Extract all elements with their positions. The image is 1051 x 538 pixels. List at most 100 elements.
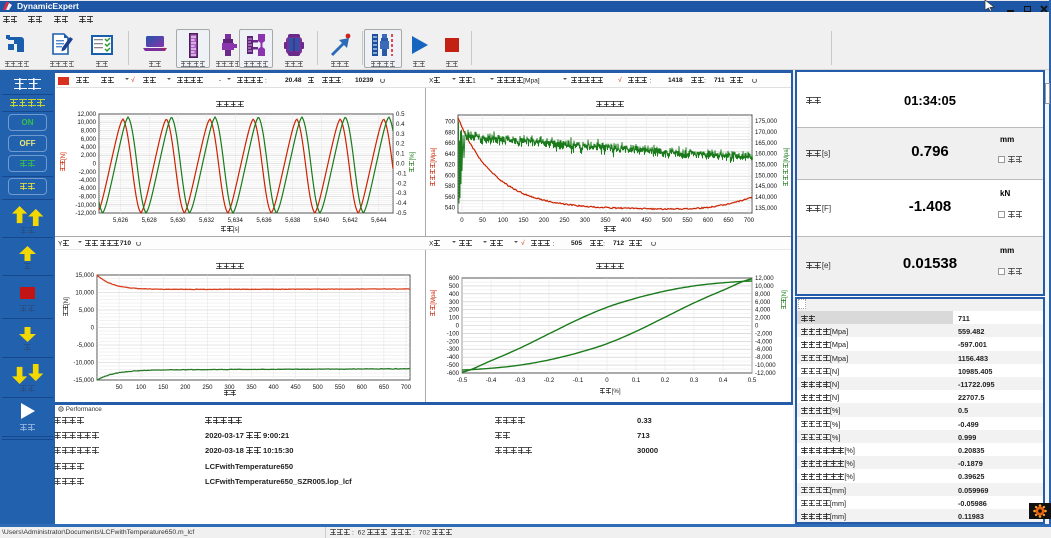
svg-text:600: 600 <box>357 384 368 391</box>
svg-text:135,000: 135,000 <box>755 205 778 212</box>
svg-text:-12,000: -12,000 <box>755 370 776 377</box>
svg-text:-5,000: -5,000 <box>77 342 95 349</box>
svg-text:0.1: 0.1 <box>396 151 405 158</box>
svg-text:100: 100 <box>449 315 460 322</box>
svg-text:-600: -600 <box>447 370 460 377</box>
svg-text:175,000: 175,000 <box>755 118 778 125</box>
svg-text:-300: -300 <box>447 346 460 353</box>
svg-text:-0.2: -0.2 <box>396 180 407 187</box>
svg-text:6,000: 6,000 <box>755 299 771 306</box>
svg-text:10,000: 10,000 <box>77 119 96 126</box>
svg-text:5,626: 5,626 <box>113 217 129 224</box>
svg-text:640: 640 <box>445 151 456 158</box>
svg-text:250: 250 <box>559 217 570 224</box>
svg-text:-0.1: -0.1 <box>396 170 407 177</box>
svg-text:5,642: 5,642 <box>342 217 358 224</box>
svg-text:0.4: 0.4 <box>719 377 728 384</box>
svg-text:-6,000: -6,000 <box>755 346 773 353</box>
svg-text:2,000: 2,000 <box>81 152 97 159</box>
svg-text:-6,000: -6,000 <box>79 185 97 192</box>
svg-text:-200: -200 <box>447 338 460 345</box>
svg-text:700: 700 <box>744 217 755 224</box>
svg-text:600: 600 <box>703 217 714 224</box>
svg-text:500: 500 <box>662 217 673 224</box>
svg-text:300: 300 <box>449 299 460 306</box>
svg-text:300: 300 <box>580 217 591 224</box>
svg-text:50: 50 <box>479 217 486 224</box>
svg-text:-2,000: -2,000 <box>755 330 773 337</box>
svg-text:-2,000: -2,000 <box>79 169 97 176</box>
svg-text:200: 200 <box>539 217 550 224</box>
svg-text:540: 540 <box>445 205 456 212</box>
svg-text:-0.3: -0.3 <box>515 377 526 384</box>
svg-text:-0.5: -0.5 <box>457 377 468 384</box>
svg-text:12,000: 12,000 <box>755 275 774 282</box>
svg-text:500: 500 <box>313 384 324 391</box>
svg-text:-10,000: -10,000 <box>75 202 96 209</box>
svg-text:620: 620 <box>445 162 456 169</box>
svg-text:0: 0 <box>755 323 759 330</box>
svg-text:-15,000: -15,000 <box>73 377 94 384</box>
svg-text:4,000: 4,000 <box>81 144 97 151</box>
svg-text:-500: -500 <box>447 362 460 369</box>
svg-text:0: 0 <box>605 377 609 384</box>
svg-text:150,000: 150,000 <box>755 172 778 179</box>
svg-text:170,000: 170,000 <box>755 129 778 136</box>
svg-text:-0.4: -0.4 <box>396 200 407 207</box>
svg-text:160,000: 160,000 <box>755 151 778 158</box>
svg-text:155,000: 155,000 <box>755 162 778 169</box>
svg-text:145,000: 145,000 <box>755 183 778 190</box>
svg-text:0.5: 0.5 <box>748 377 757 384</box>
svg-text:0.0: 0.0 <box>396 161 405 168</box>
svg-text:0: 0 <box>456 323 460 330</box>
svg-text:140,000: 140,000 <box>755 194 778 201</box>
svg-text:560: 560 <box>445 194 456 201</box>
svg-text:-10,000: -10,000 <box>755 362 776 369</box>
svg-text:5,640: 5,640 <box>314 217 330 224</box>
svg-text:-400: -400 <box>447 354 460 361</box>
svg-text:-0.4: -0.4 <box>486 377 497 384</box>
svg-text:0.4: 0.4 <box>396 121 405 128</box>
svg-text:550: 550 <box>335 384 346 391</box>
svg-text:4,000: 4,000 <box>755 307 771 314</box>
svg-text:6,000: 6,000 <box>81 136 97 143</box>
svg-text:100: 100 <box>136 384 147 391</box>
svg-text:2,000: 2,000 <box>755 315 771 322</box>
svg-text:15,000: 15,000 <box>75 272 94 279</box>
svg-text:0.3: 0.3 <box>690 377 699 384</box>
svg-text:-0.2: -0.2 <box>544 377 555 384</box>
svg-text:350: 350 <box>600 217 611 224</box>
svg-text:550: 550 <box>682 217 693 224</box>
svg-text:650: 650 <box>723 217 734 224</box>
svg-text:-12,000: -12,000 <box>75 210 96 217</box>
svg-text:450: 450 <box>641 217 652 224</box>
svg-text:-10,000: -10,000 <box>73 360 94 367</box>
svg-text:10,000: 10,000 <box>75 290 94 297</box>
svg-text:200: 200 <box>449 307 460 314</box>
svg-text:5,636: 5,636 <box>256 217 272 224</box>
svg-text:700: 700 <box>445 119 456 126</box>
svg-text:0: 0 <box>91 325 95 332</box>
svg-text:-100: -100 <box>447 330 460 337</box>
svg-text:5,628: 5,628 <box>142 217 158 224</box>
svg-text:5,632: 5,632 <box>199 217 215 224</box>
svg-text:8,000: 8,000 <box>81 128 97 135</box>
svg-text:680: 680 <box>445 129 456 136</box>
svg-text:-4,000: -4,000 <box>755 338 773 345</box>
svg-text:0.5: 0.5 <box>396 111 405 118</box>
svg-text:600: 600 <box>445 172 456 179</box>
svg-text:150: 150 <box>518 217 529 224</box>
svg-text:0: 0 <box>460 217 464 224</box>
svg-text:-8,000: -8,000 <box>79 194 97 201</box>
svg-text:-4,000: -4,000 <box>79 177 97 184</box>
svg-text:5,638: 5,638 <box>285 217 301 224</box>
svg-text:12,000: 12,000 <box>77 111 96 118</box>
svg-text:0.2: 0.2 <box>661 377 670 384</box>
svg-text:-0.1: -0.1 <box>573 377 584 384</box>
svg-text:165,000: 165,000 <box>755 140 778 147</box>
svg-text:5,634: 5,634 <box>228 217 244 224</box>
svg-text:0: 0 <box>93 161 97 168</box>
svg-text:5,644: 5,644 <box>371 217 387 224</box>
svg-text:400: 400 <box>449 291 460 298</box>
svg-text:600: 600 <box>449 275 460 282</box>
